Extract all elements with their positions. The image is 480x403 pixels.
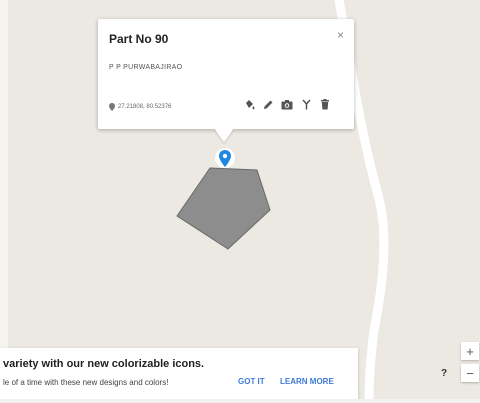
parcel-polygon[interactable]	[176, 167, 271, 250]
map-canvas[interactable]: Part No 90 × P P PURWABAJIRAO 27.21808, …	[0, 0, 480, 403]
camera-icon[interactable]	[281, 98, 293, 110]
info-window-pointer	[214, 128, 234, 142]
info-title: Part No 90	[109, 32, 169, 46]
trash-icon[interactable]	[319, 98, 331, 110]
info-toolbar	[243, 98, 331, 110]
coordinates-text: 27.21808, 80.52376	[118, 104, 172, 110]
zoom-in-button[interactable]: +	[461, 342, 479, 360]
close-icon[interactable]: ×	[337, 28, 344, 42]
pencil-icon[interactable]	[262, 98, 274, 110]
paint-bucket-icon[interactable]	[243, 98, 255, 110]
learn-more-button[interactable]: LEARN MORE	[280, 377, 334, 386]
info-coordinates: 27.21808, 80.52376	[109, 103, 171, 111]
map-footer-strip	[0, 399, 480, 403]
banner-description: le of a time with these new designs and …	[3, 378, 169, 387]
zoom-out-button[interactable]: −	[461, 364, 479, 382]
banner-headline: variety with our new colorizable icons.	[3, 358, 205, 370]
location-pin-icon	[109, 103, 115, 111]
help-button[interactable]: ?	[437, 366, 451, 380]
location-marker-icon[interactable]	[214, 147, 236, 171]
fork-icon[interactable]	[300, 98, 312, 110]
info-subtitle: P P PURWABAJIRAO	[109, 64, 183, 71]
got-it-button[interactable]: GOT IT	[238, 377, 265, 386]
promo-banner: variety with our new colorizable icons. …	[0, 348, 358, 399]
info-window: Part No 90 × P P PURWABAJIRAO 27.21808, …	[98, 19, 354, 129]
